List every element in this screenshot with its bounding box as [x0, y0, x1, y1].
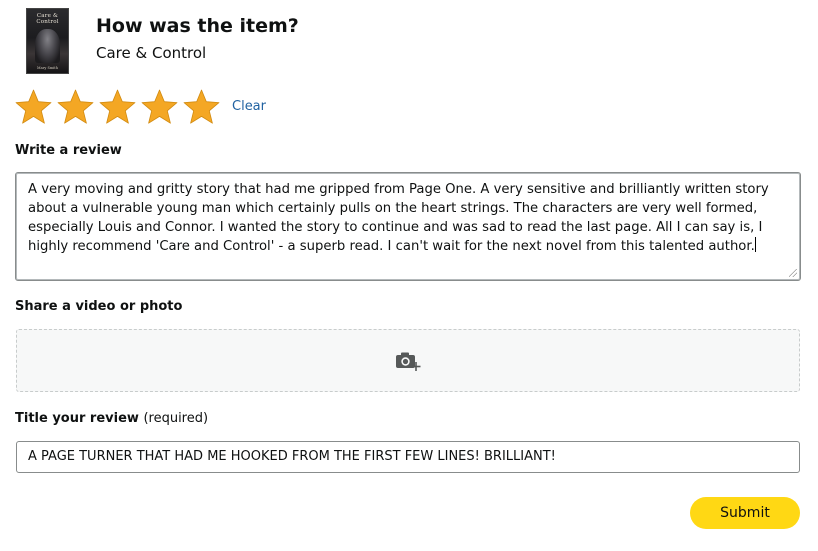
text-caret — [754, 237, 756, 252]
star-rating — [15, 88, 220, 126]
title-label: Title your review (required) — [15, 411, 208, 426]
star-4-icon[interactable] — [141, 88, 178, 126]
star-1-icon[interactable] — [15, 88, 52, 126]
review-label: Write a review — [15, 143, 122, 158]
title-label-text: Title your review — [15, 411, 139, 426]
resize-handle[interactable] — [789, 269, 797, 277]
review-text: A very moving and gritty story that had … — [28, 182, 769, 254]
required-note: (required) — [143, 411, 209, 426]
product-thumbnail: Care & Control Mary Smith — [27, 9, 68, 73]
review-textarea[interactable]: A very moving and gritty story that had … — [15, 172, 801, 281]
star-5-icon[interactable] — [183, 88, 220, 126]
media-label: Share a video or photo — [15, 299, 183, 314]
camera-plus-icon — [396, 352, 421, 371]
clear-rating-link[interactable]: Clear — [232, 99, 266, 114]
review-title-input[interactable]: A PAGE TURNER THAT HAD ME HOOKED FROM TH… — [16, 441, 800, 473]
thumbnail-figure — [35, 29, 60, 63]
review-page: Care & Control Mary Smith How was the it… — [0, 0, 818, 551]
product-name: Care & Control — [96, 44, 207, 62]
media-upload-area[interactable] — [16, 329, 800, 392]
submit-button[interactable]: Submit — [690, 497, 800, 529]
star-3-icon[interactable] — [99, 88, 136, 126]
thumbnail-author: Mary Smith — [37, 66, 58, 70]
page-title: How was the item? — [96, 15, 299, 37]
thumbnail-title: Care & Control — [36, 13, 59, 25]
star-2-icon[interactable] — [57, 88, 94, 126]
